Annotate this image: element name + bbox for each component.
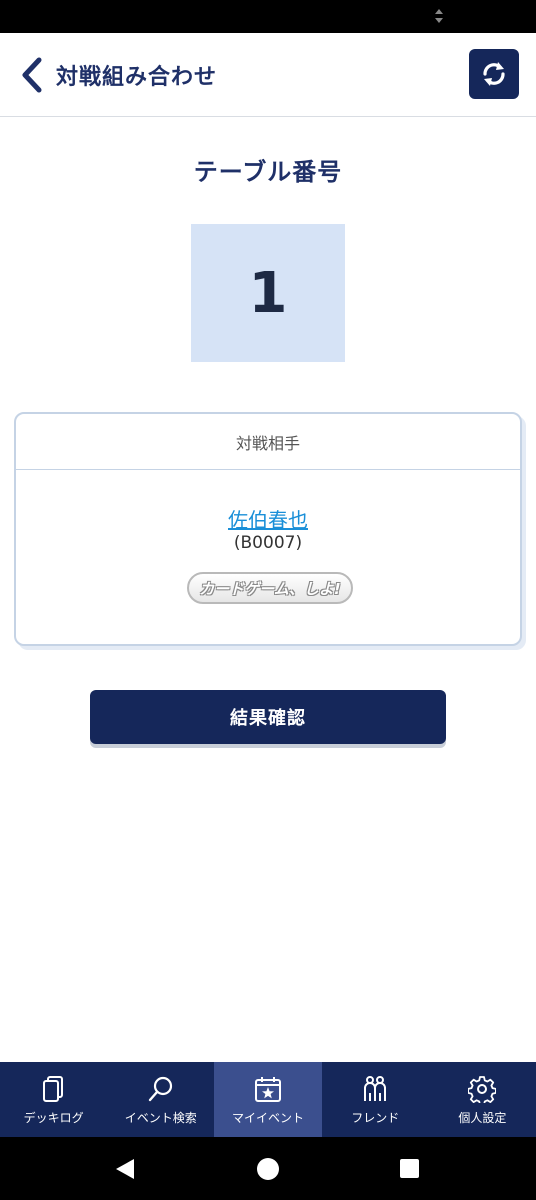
table-number-label: テーブル番号 [193, 158, 343, 186]
status-bar [0, 0, 536, 33]
nav-item-friends[interactable]: フレンド [322, 1062, 429, 1137]
calendar-star-icon [253, 1074, 283, 1104]
system-home-icon[interactable] [257, 1158, 279, 1180]
opponent-id: (B0007) [233, 533, 303, 553]
opponent-name-link[interactable]: 佐伯春也 [16, 504, 520, 533]
nav-label-event-search: イベント検索 [124, 1110, 197, 1125]
table-number-box: 1 [191, 224, 345, 362]
opponent-card: 対戦相手 佐伯春也 (B0007) カードゲーム、しよ! [14, 412, 522, 646]
nav-label-my-event: マイイベント [232, 1110, 305, 1125]
back-button[interactable] [14, 55, 50, 95]
search-icon [146, 1074, 176, 1104]
system-recents-icon[interactable] [400, 1159, 419, 1178]
bottom-nav: デッキログ イベント検索 マイイベント フレンド 個人設定 [0, 1062, 536, 1137]
signal-arrows-icon [435, 9, 443, 23]
nav-item-decklog[interactable]: デッキログ [0, 1062, 107, 1137]
deck-icon [39, 1074, 69, 1104]
chevron-left-icon [22, 57, 42, 93]
nav-item-my-event[interactable]: マイイベント [214, 1062, 322, 1137]
nav-label-settings: 個人設定 [458, 1110, 507, 1125]
system-nav-bar [0, 1137, 536, 1200]
table-number: 1 [248, 260, 288, 326]
nav-label-friends: フレンド [351, 1110, 400, 1125]
opponent-heading: 対戦相手 [16, 414, 520, 470]
gear-icon [467, 1074, 497, 1104]
nav-item-settings[interactable]: 個人設定 [429, 1062, 536, 1137]
nav-label-decklog: デッキログ [23, 1110, 84, 1125]
refresh-icon [483, 62, 505, 86]
opponent-tag-badge: カードゲーム、しよ! [187, 572, 353, 604]
nav-item-event-search[interactable]: イベント検索 [107, 1062, 214, 1137]
refresh-button[interactable] [469, 49, 519, 99]
system-back-icon[interactable] [114, 1157, 136, 1181]
app-header: 対戦組み合わせ [0, 33, 536, 117]
friends-icon [360, 1074, 390, 1104]
result-confirm-button[interactable]: 結果確認 [90, 690, 446, 744]
page-title: 対戦組み合わせ [56, 65, 218, 90]
